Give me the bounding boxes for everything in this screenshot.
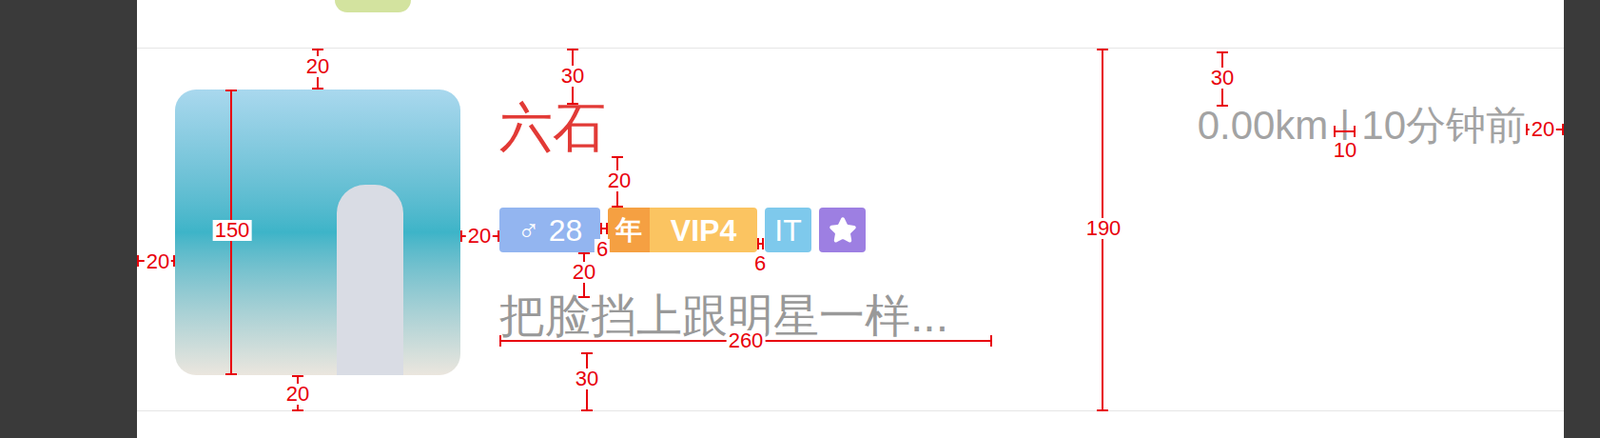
dimension-label: 260 <box>726 330 766 352</box>
annotations: 203030150202020620626030201901020 <box>0 0 1600 438</box>
distance: 0.00km <box>1197 105 1329 146</box>
user-meta: 0.00km| 10分钟前 <box>1197 105 1526 146</box>
dimension-label: 20 <box>466 225 493 247</box>
gender-age-tag: ♂ 28 <box>499 207 601 253</box>
user-info: 六石 ♂ 28年VIP4IT 把脸挡上跟明星一样... <box>499 89 949 339</box>
user-name: 六石 <box>499 100 949 155</box>
industry-tag: IT <box>764 207 812 253</box>
dimension-label: 30 <box>573 368 601 390</box>
dimension-label: 6 <box>752 253 768 274</box>
avatar[interactable] <box>175 89 461 375</box>
dimension-label: 30 <box>1209 67 1236 89</box>
user-row[interactable]: 六石 ♂ 28年VIP4IT 把脸挡上跟明星一样... 0.00km| 10分钟前 <box>136 48 1564 411</box>
dimension-label: 10 <box>1331 139 1359 161</box>
dimension-label: 20 <box>605 170 633 192</box>
dimension-label: 150 <box>213 219 253 241</box>
left-backdrop <box>0 0 137 438</box>
dimension-label: 20 <box>304 56 332 78</box>
user-description: 把脸挡上跟明星一样... <box>499 292 949 339</box>
previous-avatar <box>334 0 411 13</box>
next-item <box>136 410 1564 438</box>
meta-separator: | <box>1339 105 1350 146</box>
dimension-label: 20 <box>144 251 172 273</box>
right-backdrop <box>1563 0 1600 438</box>
dimension-label: 30 <box>559 65 586 87</box>
page: 六石♂ 28年VIP4IT把脸挡上跟明星一样...0.00km|10分钟前203… <box>0 0 1600 438</box>
vip-year-badge: 年 <box>607 207 650 253</box>
vip-level: VIP4 <box>649 207 758 253</box>
star-tag <box>819 207 866 253</box>
dimension-label: 20 <box>570 261 598 283</box>
star-icon <box>828 215 858 245</box>
dimension-label: 20 <box>284 383 312 405</box>
last-active: 10分钟前 <box>1361 105 1526 146</box>
dimension-label: 20 <box>1529 118 1557 140</box>
dimension-label: 6 <box>594 238 610 260</box>
dimension-label: 190 <box>1084 217 1124 239</box>
tag-row: ♂ 28年VIP4IT <box>499 207 949 253</box>
vip-tag: 年VIP4 <box>607 207 758 253</box>
list: 六石 ♂ 28年VIP4IT 把脸挡上跟明星一样... 0.00km| 10分钟前 <box>136 0 1564 438</box>
previous-item <box>136 0 1564 49</box>
